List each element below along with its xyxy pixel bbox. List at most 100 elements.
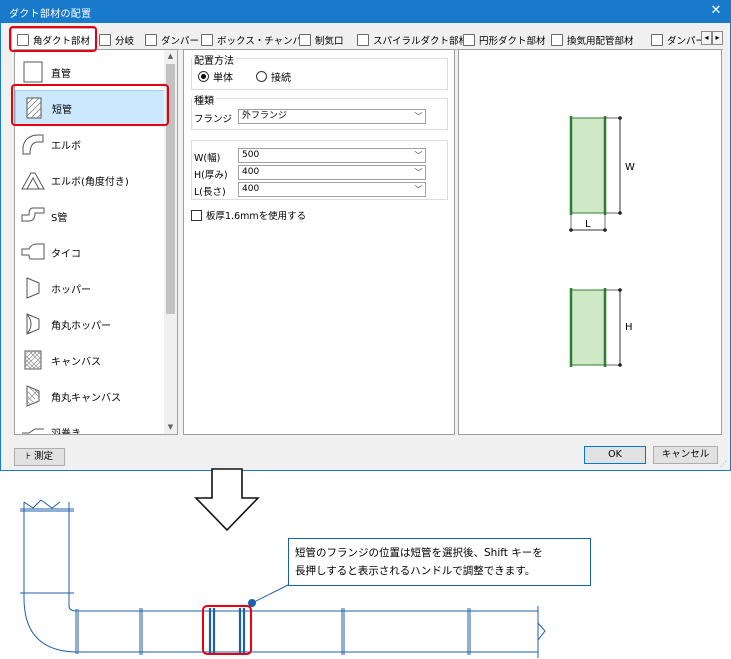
list-item-canvas[interactable]: キャンバス bbox=[15, 342, 165, 378]
width-label: W(幅) bbox=[194, 153, 221, 164]
l-dim-label: L bbox=[585, 219, 591, 230]
radio-connect[interactable]: 接続 bbox=[256, 69, 291, 84]
list-item-taiko[interactable]: タイコ bbox=[15, 234, 165, 270]
thickness-checkbox[interactable]: 板厚1.6mmを使用する bbox=[191, 208, 306, 222]
width-select[interactable]: 500 ﹀ bbox=[238, 148, 426, 163]
elbow-icon bbox=[22, 134, 44, 155]
title-bar: ダクト部材の配置 ✕ bbox=[1, 1, 730, 23]
duct-placement-dialog: ダクト部材の配置 ✕ 角ダクト部材 分岐 ダンパー ボックス・チャンバー 制気口… bbox=[0, 0, 731, 471]
cancel-button[interactable]: キャンセル bbox=[653, 446, 718, 464]
chevron-down-icon: ﹀ bbox=[414, 185, 423, 194]
close-icon[interactable]: ✕ bbox=[708, 3, 724, 19]
round-canvas-icon bbox=[26, 385, 40, 407]
dim-dot bbox=[618, 363, 622, 367]
scroll-up-icon[interactable]: ▲ bbox=[164, 50, 177, 63]
scroll-down-icon[interactable]: ▼ bbox=[164, 421, 177, 434]
dim-dot bbox=[618, 116, 622, 120]
tab-spiral-duct[interactable]: スパイラルダクト部材 bbox=[357, 29, 468, 50]
taiko-icon bbox=[21, 243, 45, 260]
tab-branch[interactable]: 分岐 bbox=[99, 29, 134, 50]
list-item-label: 短管 bbox=[52, 104, 72, 116]
flange-select[interactable]: 外フランジ ﹀ bbox=[238, 109, 426, 124]
radio-dot bbox=[256, 71, 267, 82]
tab-round-duct[interactable]: 円形ダクト部材 bbox=[463, 29, 546, 50]
tab-label: 角ダクト部材 bbox=[33, 36, 91, 47]
branch-icon bbox=[99, 33, 111, 46]
tab-box-chamber[interactable]: ボックス・チャンバー bbox=[201, 29, 312, 50]
dim-dot bbox=[569, 228, 573, 232]
round-duct-icon bbox=[463, 33, 475, 46]
dialog-title: ダクト部材の配置 bbox=[9, 9, 92, 20]
list-item-label: エルボ(角度付き) bbox=[51, 176, 129, 188]
tab-ventilation-pipe[interactable]: 換気用配管部材 bbox=[551, 29, 634, 50]
length-select[interactable]: 400 ﹀ bbox=[238, 182, 426, 197]
tab-label: ダンパー bbox=[161, 35, 200, 47]
placement-group-label: 配置方法 bbox=[192, 52, 236, 67]
callout-leader bbox=[251, 583, 291, 604]
list-item-elbow[interactable]: エルボ bbox=[15, 126, 165, 162]
list-item-s-pipe[interactable]: S管 bbox=[15, 198, 165, 234]
tab-air-outlet[interactable]: 制気口 bbox=[299, 29, 344, 50]
list-item-label: 角丸キャンバス bbox=[51, 392, 121, 404]
flange-label: フランジ bbox=[194, 114, 233, 125]
tab-rect-duct[interactable]: 角ダクト部材 bbox=[11, 28, 97, 51]
list-item-short-pipe[interactable]: 短管 bbox=[15, 90, 165, 126]
radio-single[interactable]: 単体 bbox=[198, 69, 233, 84]
w-dim-label: W bbox=[625, 162, 635, 173]
straight-pipe-icon bbox=[23, 61, 43, 83]
radio-dot bbox=[198, 71, 209, 82]
tab-scroll-right-button[interactable]: ▸ bbox=[712, 31, 723, 45]
tab-scroll-left-button[interactable]: ◂ bbox=[701, 31, 712, 45]
preview-top-body bbox=[571, 118, 605, 213]
list-item-label: 角丸ホッパー bbox=[51, 320, 111, 332]
list-scrollbar[interactable]: ▲ ▼ bbox=[164, 50, 177, 434]
list-item-label: エルボ bbox=[51, 140, 81, 152]
list-item-label: キャンバス bbox=[51, 356, 101, 368]
tab-damper[interactable]: ダンパー bbox=[145, 29, 199, 50]
scroll-thumb[interactable] bbox=[166, 64, 175, 314]
measure-button[interactable]: ⊦ 測定 bbox=[14, 448, 65, 466]
list-item-label: S管 bbox=[51, 212, 68, 224]
length-label: L(長さ) bbox=[194, 187, 226, 198]
category-tabs: 角ダクト部材 分岐 ダンパー ボックス・チャンバー 制気口 スパイラルダクト部材… bbox=[11, 28, 723, 51]
list-item-angled-elbow[interactable]: エルボ(角度付き) bbox=[15, 162, 165, 198]
dim-dot bbox=[618, 288, 622, 292]
radio-label: 接続 bbox=[271, 73, 291, 84]
flange-value: 外フランジ bbox=[242, 111, 288, 121]
list-item-round-hopper[interactable]: 角丸ホッパー bbox=[15, 306, 165, 342]
tab-label: ダンパー bbox=[667, 35, 706, 47]
ok-button[interactable]: OK bbox=[584, 446, 646, 464]
list-item-label: タイコ bbox=[51, 248, 81, 260]
dim-dot bbox=[618, 211, 622, 215]
preview-side-body bbox=[571, 290, 605, 365]
checkbox-label: 板厚1.6mmを使用する bbox=[206, 211, 307, 222]
callout-note: 短管のフランジの位置は短管を選択後、Shift キーを 長押しすると表示されるハ… bbox=[288, 538, 591, 586]
height-select[interactable]: 400 ﹀ bbox=[238, 165, 426, 180]
s-pipe-icon bbox=[21, 207, 45, 222]
length-value: 400 bbox=[242, 184, 260, 194]
h-dim-label: H bbox=[625, 322, 633, 333]
tab-label: スパイラルダクト部材 bbox=[373, 35, 469, 47]
chevron-down-icon: ﹀ bbox=[414, 168, 423, 177]
short-pipe-icon bbox=[26, 97, 42, 119]
canvas-icon bbox=[24, 350, 42, 370]
spiral-duct-icon bbox=[357, 33, 369, 46]
list-item-round-canvas[interactable]: 角丸キャンバス bbox=[15, 378, 165, 414]
list-item-straight-pipe[interactable]: 直管 bbox=[15, 54, 165, 90]
preview-panel: W L H bbox=[458, 49, 722, 435]
list-item-vane[interactable]: 羽巻き bbox=[15, 414, 165, 435]
height-value: 400 bbox=[242, 167, 260, 177]
rect-duct-icon bbox=[17, 34, 29, 46]
short-pipe-preview: W L H bbox=[569, 116, 635, 367]
damper-icon bbox=[145, 33, 157, 46]
vane-icon bbox=[22, 428, 44, 434]
chevron-down-icon: ﹀ bbox=[414, 151, 423, 160]
chevron-down-icon: ﹀ bbox=[414, 112, 423, 121]
tab-damper-2[interactable]: ダンパー bbox=[651, 29, 705, 50]
dim-dot bbox=[603, 228, 607, 232]
list-item-label: 羽巻き bbox=[51, 428, 81, 435]
list-item-hopper[interactable]: ホッパー bbox=[15, 270, 165, 306]
resize-grip-icon[interactable]: ⋰ bbox=[720, 460, 728, 468]
checkbox-box bbox=[191, 209, 202, 221]
tab-label: 分岐 bbox=[115, 35, 135, 47]
